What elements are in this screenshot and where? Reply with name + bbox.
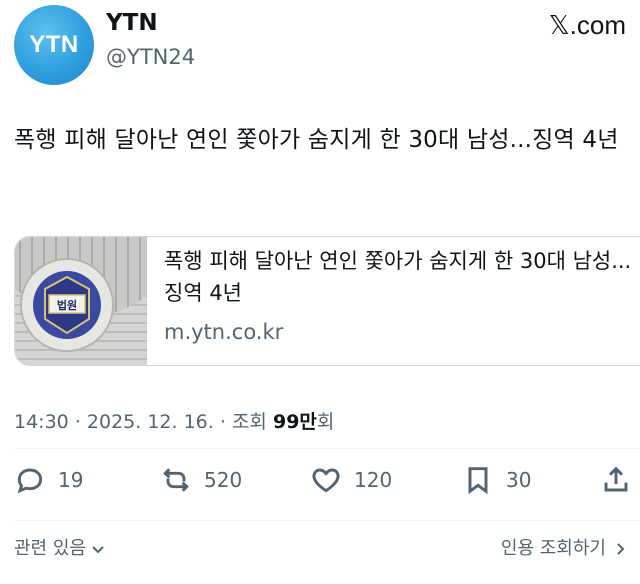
chevron-right-icon xyxy=(617,543,625,555)
card-title[interactable]: 폭행 피해 달아난 연인 쫓아가 숨지게 한 30대 남성...징역 4년 xyxy=(164,245,634,309)
emblem-text: 법원 xyxy=(57,298,77,312)
bookmark-button[interactable]: 30 xyxy=(462,460,531,500)
chevron-down-icon xyxy=(92,546,104,554)
user-handle[interactable]: @YTN24 xyxy=(106,43,195,71)
related-label: 관련 있음 xyxy=(14,538,86,559)
site-label: .com xyxy=(569,10,626,40)
quotes-label: 인용 조회하기 xyxy=(500,538,606,559)
reply-button[interactable]: 19 xyxy=(14,460,83,500)
post-date[interactable]: 2025. 12. 16. xyxy=(87,411,214,433)
tweet-meta: 14:30 · 2025. 12. 16. · 조회 99만회 xyxy=(14,411,335,433)
share-icon xyxy=(604,466,628,492)
like-button[interactable]: 120 xyxy=(310,460,392,500)
court-emblem-icon: 법원 xyxy=(20,258,114,352)
views-suffix: 회 xyxy=(316,411,335,433)
bookmark-icon xyxy=(468,467,488,495)
display-name[interactable]: YTN xyxy=(106,8,158,38)
card-domain[interactable]: m.ytn.co.kr xyxy=(164,318,283,346)
repost-icon xyxy=(163,468,189,492)
heart-icon xyxy=(312,468,340,493)
bookmark-count: 30 xyxy=(506,468,532,492)
related-toggle[interactable]: 관련 있음 xyxy=(14,535,106,563)
avatar[interactable]: YTN xyxy=(14,5,94,85)
divider xyxy=(14,520,640,521)
tweet-text: 폭행 피해 달아난 연인 쫓아가 숨지게 한 30대 남성...징역 4년 xyxy=(14,127,619,153)
divider xyxy=(14,448,640,449)
card-thumbnail: 법원 xyxy=(15,237,147,365)
views-label: 조회 xyxy=(231,411,267,433)
reply-count: 19 xyxy=(58,468,84,492)
view-quotes-link[interactable]: 인용 조회하기 xyxy=(501,535,628,563)
x-logo-icon: 𝕏.com xyxy=(548,10,626,41)
like-count: 120 xyxy=(354,468,393,492)
share-button[interactable] xyxy=(600,460,632,500)
avatar-logo-text: YTN xyxy=(29,31,79,58)
views-count: 99만 xyxy=(272,411,317,433)
chat-bubble-icon xyxy=(17,468,43,494)
repost-count: 520 xyxy=(204,468,243,492)
repost-button[interactable]: 520 xyxy=(160,460,242,500)
post-time[interactable]: 14:30 xyxy=(14,411,69,433)
